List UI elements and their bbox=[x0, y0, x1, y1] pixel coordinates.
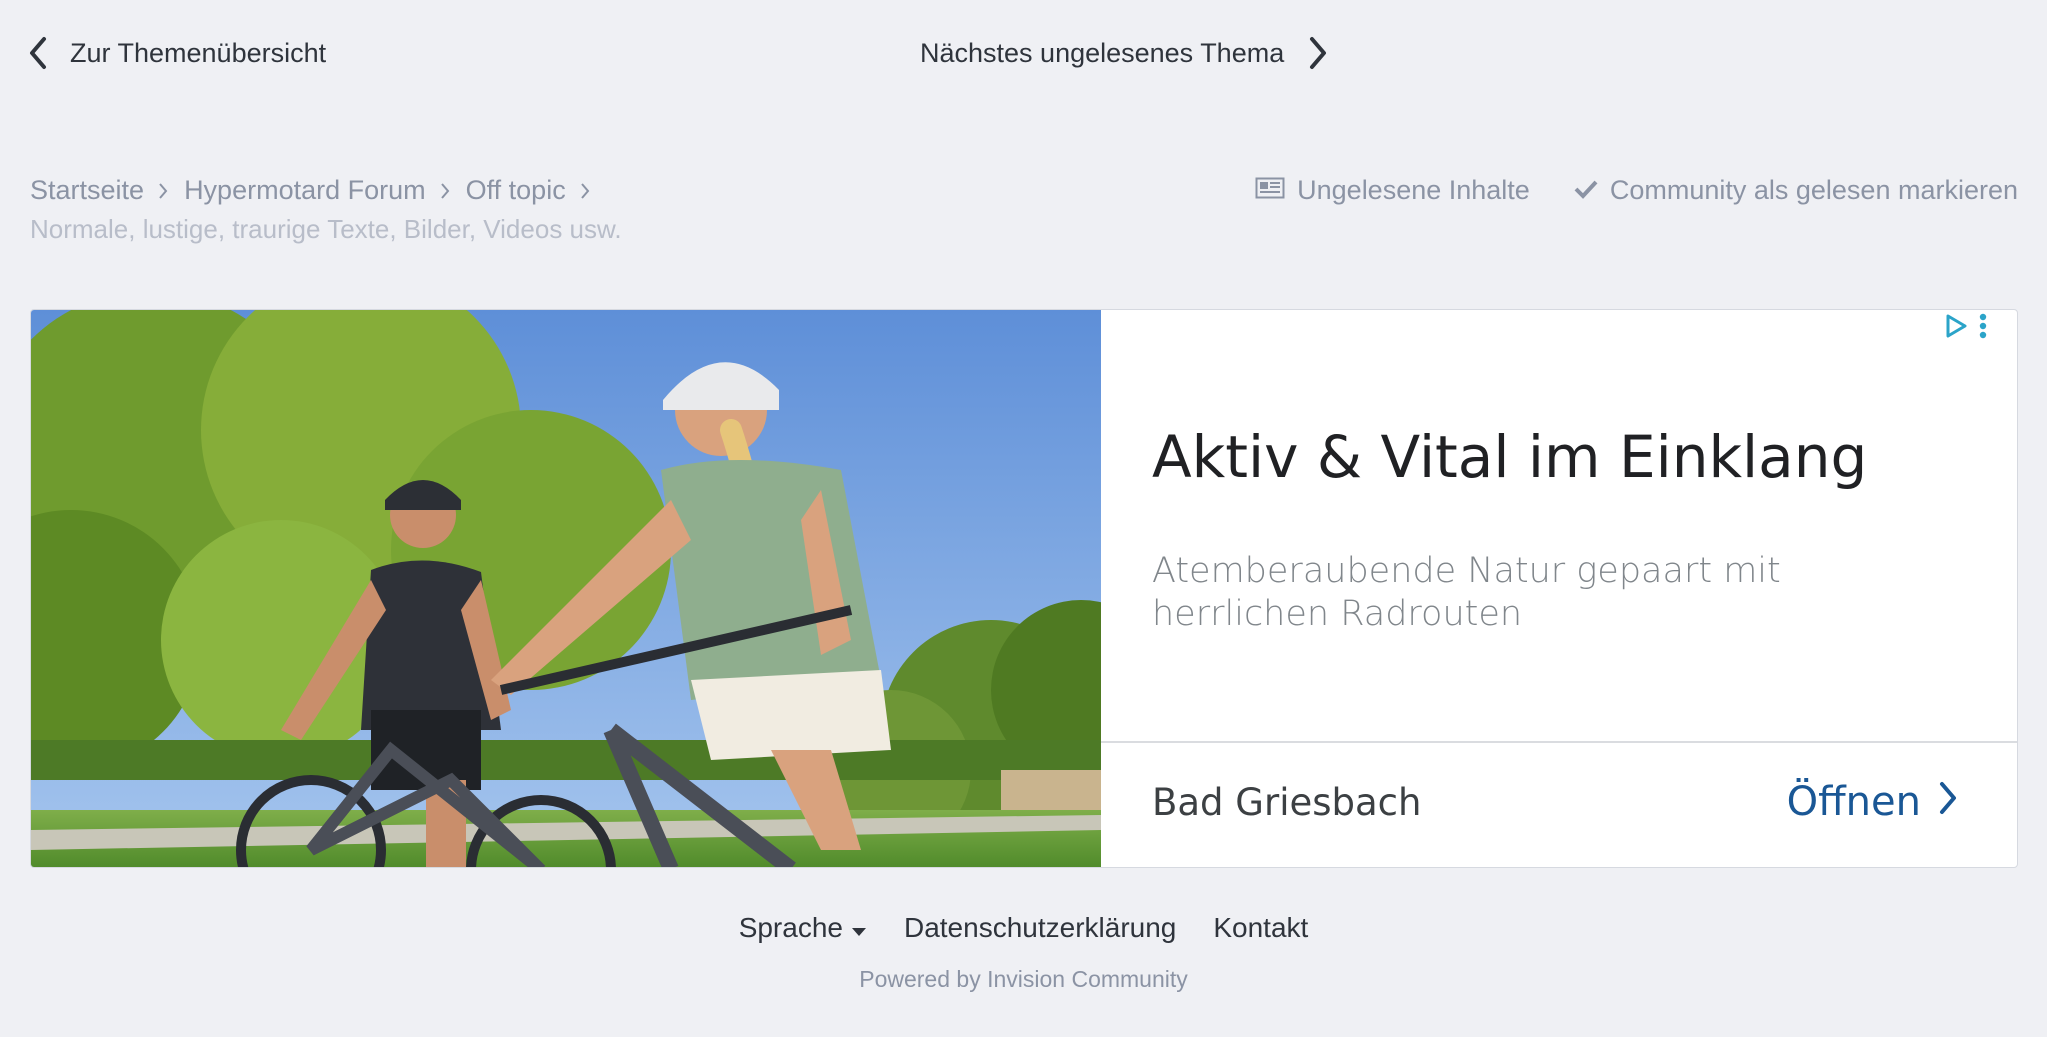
chevron-left-icon bbox=[28, 36, 48, 70]
breadcrumb-chevron-icon bbox=[158, 182, 168, 200]
caret-down-icon bbox=[851, 912, 867, 944]
unread-content-label: Ungelesene Inhalte bbox=[1297, 175, 1530, 205]
back-to-topics-label: Zur Themenübersicht bbox=[70, 37, 327, 68]
next-unread-topic-label: Nächstes ungelesenes Thema bbox=[920, 37, 1285, 68]
language-dropdown[interactable]: Sprache bbox=[739, 912, 867, 944]
ad-headline[interactable]: Aktiv & Vital im Einklang bbox=[1152, 423, 1867, 491]
chevron-right-icon bbox=[1939, 779, 1957, 825]
more-options-icon[interactable] bbox=[1979, 313, 1987, 344]
mark-community-read-label: Community als gelesen markieren bbox=[1609, 175, 2018, 205]
language-label: Sprache bbox=[738, 912, 843, 943]
topic-navigation: Zur Themenübersicht Nächstes ungelesenes… bbox=[28, 36, 2047, 80]
ad-choices[interactable] bbox=[1943, 313, 1987, 344]
chevron-right-icon bbox=[1308, 36, 1328, 70]
ad-open-button[interactable]: Öffnen bbox=[1787, 779, 1957, 825]
checkmark-icon bbox=[1574, 175, 1598, 206]
footer-links: Sprache Datenschutzerklärung Kontakt bbox=[0, 912, 2047, 944]
forum-description: Normale, lustige, traurige Texte, Bilder… bbox=[30, 214, 622, 244]
page-actions: Ungelesene Inhalte Community als gelesen… bbox=[1255, 175, 2018, 206]
breadcrumb-chevron-icon bbox=[580, 182, 590, 200]
breadcrumb-item-forum[interactable]: Hypermotard Forum bbox=[184, 175, 426, 206]
ad-description: Atemberaubende Natur gepaart mit herrlic… bbox=[1152, 551, 1781, 634]
breadcrumb-item-off-topic[interactable]: Off topic bbox=[466, 175, 566, 206]
privacy-policy-link[interactable]: Datenschutzerklärung bbox=[904, 912, 1176, 944]
newspaper-icon bbox=[1255, 175, 1285, 206]
adchoices-play-icon[interactable] bbox=[1943, 313, 1969, 344]
ad-open-label: Öffnen bbox=[1786, 779, 1921, 825]
back-to-topics-link[interactable]: Zur Themenübersicht bbox=[28, 36, 326, 70]
breadcrumb-item-startseite[interactable]: Startseite bbox=[30, 175, 144, 206]
next-unread-topic-link[interactable]: Nächstes ungelesenes Thema bbox=[920, 36, 1328, 70]
mark-community-read-link[interactable]: Community als gelesen markieren bbox=[1574, 175, 2018, 206]
ad-text-area: Aktiv & Vital im Einklang Atemberaubende… bbox=[1101, 310, 2017, 741]
powered-by-text: Powered by Invision Community bbox=[859, 966, 1188, 992]
ad-advertiser-name: Bad Griesbach bbox=[1152, 781, 1422, 824]
advertisement: Aktiv & Vital im Einklang Atemberaubende… bbox=[30, 309, 2018, 868]
breadcrumb-chevron-icon bbox=[440, 182, 450, 200]
ad-image-cyclists[interactable] bbox=[31, 310, 1101, 867]
ad-footer-bar: Bad Griesbach Öffnen bbox=[1101, 741, 2017, 867]
contact-link[interactable]: Kontakt bbox=[1213, 912, 1308, 944]
breadcrumb: Startseite Hypermotard Forum Off topic bbox=[30, 175, 606, 206]
unread-content-link[interactable]: Ungelesene Inhalte bbox=[1255, 175, 1530, 206]
